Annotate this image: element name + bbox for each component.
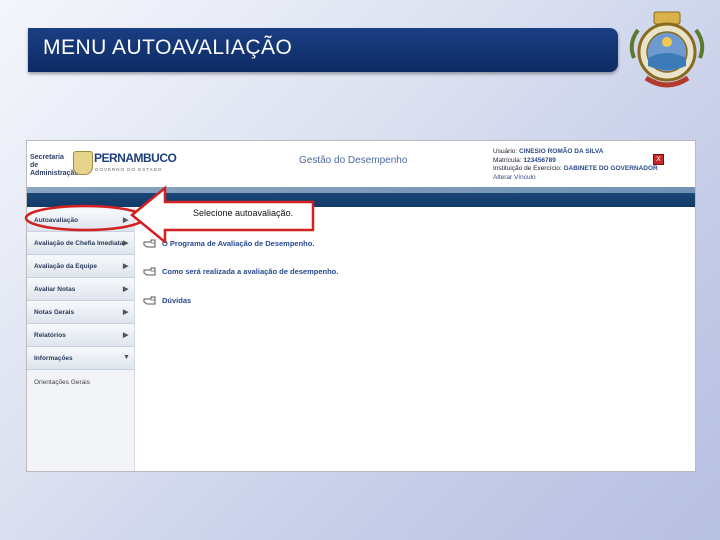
alterar-vinculo-link[interactable]: Alterar Vínculo (493, 174, 536, 181)
sidebar-item-notas-gerais[interactable]: Notas Gerais ▶ (27, 301, 134, 324)
close-button[interactable]: X (653, 154, 664, 165)
sidebar-item-label: Avaliação de Chefia Imediata (34, 240, 124, 247)
nav-stripe-highlight (27, 187, 695, 193)
usuario-label: Usuário: (493, 148, 518, 155)
slide-title-bar: MENU AUTOAVALIAÇÃO (28, 28, 618, 72)
highlight-ellipse (24, 204, 146, 232)
instituicao-value: GABINETE DO GOVERNADOR (563, 165, 658, 172)
user-info: Usuário: CINESIO ROMÃO DA SILVA Matrícul… (493, 148, 658, 182)
sidebar-item-label: Avaliação da Equipe (34, 263, 97, 270)
sidebar-item-avaliacao-equipe[interactable]: Avaliação da Equipe ▶ (27, 255, 134, 278)
coat-of-arms-icon (629, 11, 705, 88)
sidebar-item-label: Relatórios (34, 332, 66, 339)
slide-title: MENU AUTOAVALIAÇÃO (43, 36, 293, 59)
sidebar-item-informacoes[interactable]: Informações ▼ (27, 347, 134, 370)
brand-subtitle: GOVERNO DO ESTADO (95, 167, 163, 172)
chevron-right-icon: ▶ (123, 240, 129, 247)
sidebar-item-avaliacao-chefia[interactable]: Avaliação de Chefia Imediata ▶ (27, 232, 134, 255)
app-screenshot: Secretaria de Administração PERNAMBUCO G… (26, 140, 696, 472)
chevron-right-icon: ▶ (123, 332, 129, 339)
sidebar-item-label: Avaliar Notas (34, 286, 76, 293)
brand-logo: PERNAMBUCO GOVERNO DO ESTADO (73, 149, 177, 177)
sidebar-subitem-orientacoes[interactable]: Orientações Gerais (34, 379, 90, 386)
brand-name: PERNAMBUCO (94, 151, 177, 165)
sidebar-item-label: Notas Gerais (34, 309, 75, 316)
pointing-hand-icon (143, 296, 156, 305)
app-header: Secretaria de Administração PERNAMBUCO G… (27, 141, 695, 187)
sidebar-item-label: Informações (34, 355, 73, 362)
usuario-value: CINESIO ROMÃO DA SILVA (519, 148, 604, 155)
pointing-hand-icon (143, 267, 156, 276)
content-link-duvidas[interactable]: Dúvidas (162, 296, 191, 305)
app-title: Gestão do Desempenho (299, 155, 408, 166)
chevron-down-icon: ▼ (123, 354, 130, 361)
sidebar-item-relatorios[interactable]: Relatórios ▶ (27, 324, 134, 347)
instituicao-label: Instituição de Exercício: (493, 165, 562, 172)
callout-text: Selecione autoavaliação. (193, 208, 294, 218)
chevron-right-icon: ▶ (123, 309, 129, 316)
org-name: Secretaria de Administração (30, 154, 79, 177)
matricula-label: Matrícula: (493, 156, 522, 164)
sidebar-item-avaliar-notas[interactable]: Avaliar Notas ▶ (27, 278, 134, 301)
chevron-right-icon: ▶ (123, 286, 129, 293)
matricula-value: 123456789 (523, 156, 556, 164)
sidebar: Autoavaliação ▶ Avaliação de Chefia Imed… (27, 207, 135, 471)
content-link-como-sera[interactable]: Como será realizada a avaliação de desem… (162, 267, 338, 276)
chevron-right-icon: ▶ (123, 263, 129, 270)
brand-emblem-icon (73, 151, 93, 175)
